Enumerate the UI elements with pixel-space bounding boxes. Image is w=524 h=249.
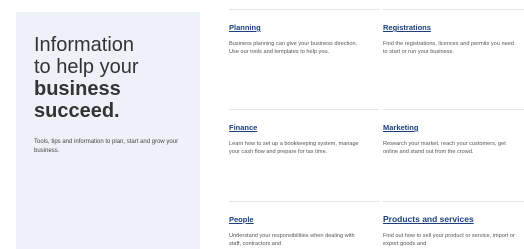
finance-description: Learn how to set up a bookkeeping system… bbox=[229, 141, 359, 155]
people-description: Understand your responsibilities when de… bbox=[229, 233, 355, 247]
card-divider bbox=[383, 109, 524, 110]
planning-link[interactable]: Planning bbox=[229, 23, 261, 33]
finance-link[interactable]: Finance bbox=[229, 123, 257, 133]
hero-heading-line-4: succeed. bbox=[34, 100, 120, 122]
card-people: People Understand your responsibilities … bbox=[229, 201, 379, 248]
hero-heading: Information to help your business succee… bbox=[34, 34, 200, 122]
products-and-services-link[interactable]: Products and services bbox=[383, 214, 474, 224]
registrations-link[interactable]: Registrations bbox=[383, 23, 431, 33]
card-divider bbox=[229, 201, 379, 202]
hero-intro: Tools, tips and information to plan, sta… bbox=[34, 139, 179, 154]
hero-heading-line-3: business bbox=[34, 78, 121, 100]
card-divider bbox=[229, 109, 379, 110]
card-registrations: Registrations Find the registrations, li… bbox=[383, 9, 524, 56]
card-divider bbox=[229, 9, 379, 10]
card-divider bbox=[383, 9, 524, 10]
hero-heading-line-2: to help your bbox=[34, 56, 139, 78]
products-and-services-description: Find out how to sell your product or ser… bbox=[383, 233, 515, 247]
people-link[interactable]: People bbox=[229, 215, 254, 225]
card-products-and-services: Products and services Find out how to se… bbox=[383, 201, 524, 248]
hero-panel: Information to help your business succee… bbox=[16, 12, 200, 249]
page: Information to help your business succee… bbox=[0, 0, 524, 249]
marketing-link[interactable]: Marketing bbox=[383, 123, 418, 133]
card-planning: Planning Business planning can give your… bbox=[229, 9, 379, 56]
registrations-description: Find the registrations, licences and per… bbox=[383, 41, 514, 55]
marketing-description: Research your market, reach your custome… bbox=[383, 141, 506, 155]
hero-heading-line-1: Information bbox=[34, 34, 135, 56]
card-divider bbox=[383, 201, 524, 202]
planning-description: Business planning can give your business… bbox=[229, 41, 358, 55]
card-marketing: Marketing Research your market, reach yo… bbox=[383, 109, 524, 156]
card-finance: Finance Learn how to set up a bookkeepin… bbox=[229, 109, 379, 156]
